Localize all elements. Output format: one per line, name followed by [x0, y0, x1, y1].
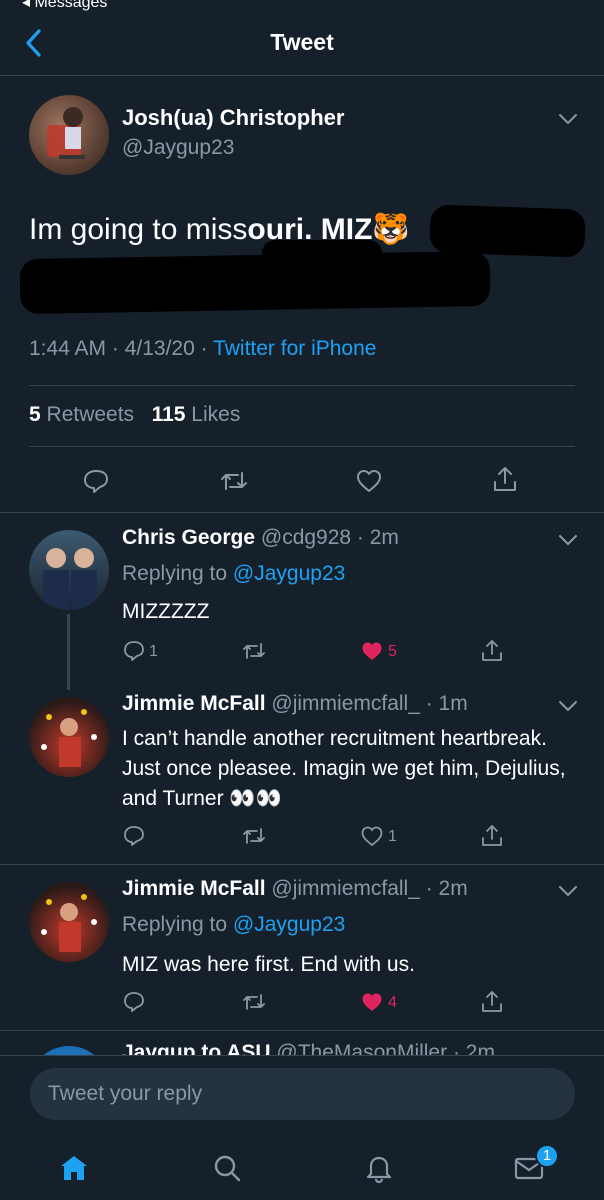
reply-text: MIZ was here first. End with us. — [122, 953, 415, 976]
tweet-source-link[interactable]: Twitter for iPhone — [213, 337, 376, 360]
avatar[interactable] — [29, 95, 109, 175]
likes-count: 115 — [151, 403, 186, 426]
reply-placeholder: Tweet your reply — [48, 1082, 203, 1105]
reply-text: I can’t handle another recruitment heart… — [122, 727, 566, 810]
tweet-stats: 5 Retweets 115 Likes — [29, 403, 240, 427]
redaction-scribble — [19, 250, 491, 315]
avatar[interactable] — [29, 530, 109, 610]
replying-to-handle[interactable]: @Jaygup23 — [233, 562, 345, 585]
messages-badge: 1 — [535, 1144, 559, 1168]
retweet-icon[interactable] — [242, 824, 266, 848]
reply-icon[interactable] — [82, 467, 110, 500]
reply-input[interactable]: Tweet your reply — [30, 1068, 575, 1120]
chevron-down-icon[interactable] — [558, 884, 578, 898]
retweets-label: Retweets — [40, 403, 135, 426]
tweet-meta: 1:44 AM · 4/13/20 · Twitter for iPhone — [29, 337, 376, 361]
like-count: 5 — [388, 643, 397, 660]
retweets-link[interactable]: 5 Retweets — [29, 403, 134, 426]
like-count: 4 — [388, 994, 397, 1011]
divider — [29, 446, 575, 447]
reply-icon[interactable] — [122, 639, 146, 663]
like-heart-icon[interactable] — [360, 824, 384, 848]
author-handle[interactable]: @Jaygup23 — [122, 136, 234, 160]
tweet-text-plain: Im going to miss — [29, 213, 248, 246]
redaction-scribble — [429, 204, 586, 258]
page-title: Tweet — [270, 29, 334, 55]
retweet-icon[interactable] — [242, 990, 266, 1014]
share-icon[interactable] — [480, 638, 504, 662]
header: Tweet — [0, 0, 604, 76]
divider — [29, 385, 575, 386]
reply-author-name[interactable]: Jimmie McFall — [122, 877, 266, 900]
reply-handle-time[interactable]: @jimmiemcfall_ · 1m — [266, 692, 467, 715]
replying-to: Replying to @Jaygup23 — [122, 910, 345, 940]
chevron-down-icon[interactable] — [558, 533, 578, 547]
author-name[interactable]: Josh(ua) Christopher — [122, 105, 344, 131]
likes-label: Likes — [185, 403, 241, 426]
like-heart-icon[interactable] — [355, 467, 383, 500]
reply-author-name[interactable]: Jimmie McFall — [122, 692, 266, 715]
chevron-down-icon[interactable] — [558, 699, 578, 713]
replying-to-handle[interactable]: @Jaygup23 — [233, 913, 345, 936]
replying-to-label: Replying to — [122, 913, 233, 936]
thread-line — [67, 614, 70, 690]
replying-to-label: Replying to — [122, 562, 233, 585]
reply-header: Jimmie McFall @jimmiemcfall_ · 2m — [122, 877, 468, 901]
reply-handle-time[interactable]: @jimmiemcfall_ · 2m — [266, 877, 467, 900]
replying-to: Replying to @Jaygup23 — [122, 559, 345, 589]
like-heart-filled-icon[interactable] — [360, 639, 384, 663]
share-icon[interactable] — [480, 823, 504, 847]
tiger-emoji: 🐯 — [372, 213, 410, 246]
reply-handle-time[interactable]: @cdg928 · 2m — [255, 526, 399, 549]
reply-header: Jimmie McFall @jimmiemcfall_ · 1m — [122, 692, 468, 716]
chevron-down-icon[interactable] — [558, 112, 578, 126]
reply-count: 1 — [149, 643, 158, 660]
reply-icon[interactable] — [122, 990, 146, 1014]
retweet-icon[interactable] — [242, 639, 266, 663]
share-icon[interactable] — [491, 465, 519, 498]
share-icon[interactable] — [480, 989, 504, 1013]
notifications-bell-icon[interactable] — [363, 1152, 395, 1189]
divider — [0, 512, 604, 513]
tweet-time: 1:44 AM · 4/13/20 · — [29, 337, 214, 360]
avatar[interactable] — [29, 882, 109, 962]
divider — [0, 864, 604, 865]
reply-author-name[interactable]: Chris George — [122, 526, 255, 549]
reply-icon[interactable] — [122, 824, 146, 848]
retweets-count: 5 — [29, 403, 41, 426]
reply-header: Chris George @cdg928 · 2m — [122, 526, 399, 550]
search-icon[interactable] — [211, 1152, 243, 1189]
home-icon[interactable] — [58, 1152, 90, 1189]
retweet-icon[interactable] — [220, 467, 248, 500]
reply-text: MIZZZZZ — [122, 600, 210, 623]
like-count: 1 — [388, 828, 397, 845]
avatar[interactable] — [29, 697, 109, 777]
likes-link[interactable]: 115 Likes — [152, 403, 241, 426]
divider — [0, 1030, 604, 1031]
like-heart-filled-icon[interactable] — [360, 990, 384, 1014]
